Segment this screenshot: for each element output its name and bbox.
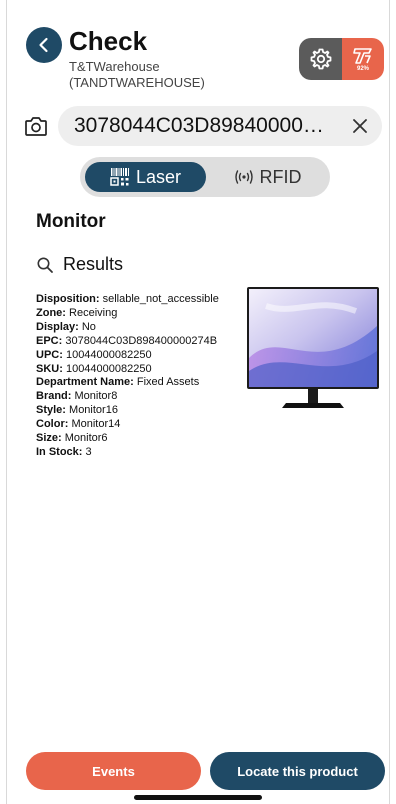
detail-row: Disposition: sellable_not_accessible [36,293,219,307]
detail-label: Style: [36,404,66,417]
back-button[interactable] [26,27,62,63]
locate-product-button[interactable]: Locate this product [210,752,385,790]
product-title: Monitor [36,211,106,232]
results-heading: Results [36,254,123,275]
detail-value: 10044000082250 [65,362,152,375]
home-indicator [134,795,262,800]
location-name: T&TWarehouse [69,59,160,74]
detail-value: Monitor6 [64,432,108,445]
brand-logo-icon [353,47,372,64]
detail-row: Color: Monitor14 [36,418,219,432]
product-image [246,286,380,414]
detail-value: Monitor8 [74,390,118,403]
close-icon [353,119,367,133]
frame-border-left [6,0,7,804]
detail-label: EPC: [36,334,63,347]
detail-label: Department Name: [36,376,134,389]
detail-label: In Stock: [36,445,83,458]
gear-icon [310,48,332,70]
scan-mode-toggle: Laser RFID [80,157,330,197]
detail-label: Size: [36,432,62,445]
page-title: Check [69,26,148,56]
product-details: Disposition: sellable_not_accessible Zon… [36,293,219,460]
settings-button[interactable] [299,38,343,80]
monitor-image [247,287,379,408]
tab-laser-label: Laser [135,166,182,187]
detail-value: 10044000082250 [65,348,152,361]
detail-value: Fixed Assets [136,376,200,389]
search-input[interactable] [72,113,342,139]
detail-value: No [81,320,96,333]
tab-laser[interactable]: Laser [85,162,206,192]
detail-row: SKU: 10044000082250 [36,363,219,377]
detail-label: Brand: [36,390,72,403]
detail-row: In Stock: 3 [36,446,219,460]
tab-rfid-label: RFID [259,166,302,187]
detail-label: Zone: [36,306,66,319]
detail-value: 3 [85,445,92,458]
detail-value: 3078044C03D898400000274B [65,334,218,347]
detail-row: Zone: Receiving [36,307,219,321]
search-field [58,106,382,146]
search-icon [37,257,53,273]
camera-icon [25,117,47,136]
detail-row: EPC: 3078044C03D898400000274B [36,335,219,349]
detail-row: Style: Monitor16 [36,404,219,418]
detail-value: sellable_not_accessible [102,293,219,305]
detail-row: Brand: Monitor8 [36,390,219,404]
location-code: (TANDTWAREHOUSE) [69,75,205,90]
detail-row: UPC: 10044000082250 [36,349,219,363]
detail-label: UPC: [36,348,63,361]
barcode-icon [110,168,129,186]
detail-value: Monitor16 [69,404,118,417]
detail-row: Display: No [36,321,219,335]
rfid-signal-icon [234,170,253,184]
brand-status-button[interactable]: 92% [342,38,384,80]
detail-value: Monitor14 [71,418,121,431]
detail-row: Size: Monitor6 [36,432,219,446]
clear-search-button[interactable] [350,116,370,136]
frame-border-right [389,0,390,804]
detail-row: Department Name: Fixed Assets [36,376,219,390]
tab-rfid[interactable]: RFID [210,162,325,192]
detail-label: SKU: [36,362,63,375]
detail-label: Color: [36,418,69,431]
chevron-left-icon [39,37,48,53]
events-button[interactable]: Events [26,752,201,790]
results-label: Results [63,254,124,274]
detail-value: Receiving [69,306,118,319]
header-actions: 92% [299,38,385,80]
detail-label: Disposition: [36,293,100,305]
battery-percent: 92% [356,65,369,72]
detail-label: Display: [36,320,79,333]
location-info: T&TWarehouse (TANDTWAREHOUSE) [69,59,205,91]
camera-button[interactable] [24,115,48,137]
